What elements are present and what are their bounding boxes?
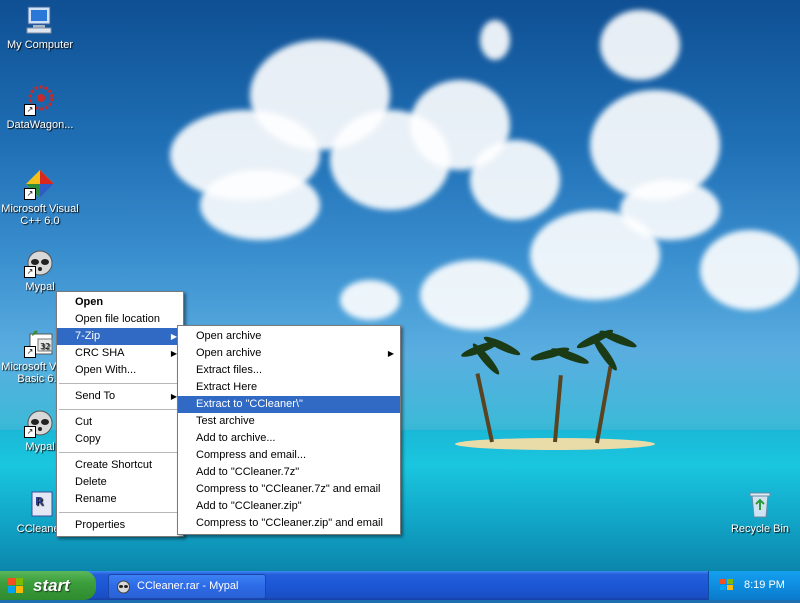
menu-item-copy[interactable]: Copy — [57, 431, 183, 448]
mypal-icon — [116, 579, 131, 594]
menu-item-test-archive[interactable]: Test archive — [178, 413, 400, 430]
windows-flag-tray-icon[interactable] — [719, 578, 735, 592]
visual-cpp-icon: ↗ — [24, 168, 56, 200]
svg-text:R: R — [35, 495, 44, 508]
cloud — [480, 20, 510, 60]
menu-item-properties[interactable]: Properties — [57, 517, 183, 534]
menu-item-cut[interactable]: Cut — [57, 414, 183, 431]
datawagon-icon: ↗ — [24, 84, 56, 116]
menu-item-create-shortcut[interactable]: Create Shortcut — [57, 457, 183, 474]
cloud — [420, 260, 530, 330]
shortcut-arrow-icon: ↗ — [24, 188, 36, 200]
menu-separator — [59, 409, 181, 410]
shortcut-arrow-icon: ↗ — [24, 266, 36, 278]
desktop-icon-datawagon[interactable]: ↗ DataWagon... — [0, 84, 80, 131]
cloud — [340, 280, 400, 320]
file-context-menu: Open Open file location 7-Zip ▶ CRC SHA … — [56, 291, 184, 537]
menu-item-send-to[interactable]: Send To ▶ — [57, 388, 183, 405]
menu-item-rename[interactable]: Rename — [57, 491, 183, 508]
cloud — [470, 140, 560, 220]
desktop-icon-label: Microsoft Visual C++ 6.0 — [1, 203, 79, 227]
desktop-icon-mypal[interactable]: ↗ Mypal — [0, 246, 80, 293]
menu-item-label: 7-Zip — [75, 330, 101, 342]
menu-item-crc-sha[interactable]: CRC SHA ▶ — [57, 345, 183, 362]
ccleaner-rar-icon: R — [24, 488, 56, 520]
recycle-bin-icon — [744, 488, 776, 520]
taskbar: start CCleaner.rar - Mypal 8:19 PM — [0, 571, 800, 600]
start-button[interactable]: start — [0, 571, 96, 600]
my-computer-icon — [24, 4, 56, 36]
menu-item-compress-and-email[interactable]: Compress and email... — [178, 447, 400, 464]
cloud — [600, 10, 680, 80]
visual-basic-icon: 32 ↗ — [24, 326, 56, 358]
menu-item-add-to-7z[interactable]: Add to "CCleaner.7z" — [178, 464, 400, 481]
cloud — [200, 170, 320, 240]
shortcut-arrow-icon: ↗ — [24, 104, 36, 116]
desktop-icon-label: DataWagon... — [6, 119, 74, 131]
menu-item-label: Send To — [75, 390, 116, 402]
menu-separator — [59, 383, 181, 384]
desktop-icon-label: Recycle Bin — [730, 523, 790, 535]
submenu-arrow-icon: ▶ — [387, 349, 394, 358]
menu-item-label: CRC SHA — [75, 347, 125, 359]
desktop-icon-visual-cpp[interactable]: ↗ Microsoft Visual C++ 6.0 — [0, 168, 80, 227]
clock[interactable]: 8:19 PM — [744, 571, 785, 600]
menu-item-compress-zip-email[interactable]: Compress to "CCleaner.zip" and email — [178, 515, 400, 532]
menu-item-open-file-location[interactable]: Open file location — [57, 311, 183, 328]
7zip-submenu: Open archive Open archive ▶ Extract file… — [177, 325, 401, 535]
mypal-icon: ↗ — [24, 406, 56, 438]
menu-item-open[interactable]: Open — [57, 294, 183, 311]
menu-item-add-to-archive[interactable]: Add to archive... — [178, 430, 400, 447]
menu-item-add-to-zip[interactable]: Add to "CCleaner.zip" — [178, 498, 400, 515]
cloud — [530, 210, 660, 300]
menu-item-extract-here[interactable]: Extract Here — [178, 379, 400, 396]
svg-text:32: 32 — [40, 342, 50, 351]
menu-item-extract-to-folder[interactable]: Extract to "CCleaner\" — [178, 396, 400, 413]
menu-item-label: Open archive — [196, 347, 262, 359]
desktop-icon-recycle-bin[interactable]: Recycle Bin — [720, 488, 800, 535]
taskbar-button-label: CCleaner.rar - Mypal — [137, 580, 239, 592]
start-label: start — [33, 576, 70, 595]
menu-separator — [59, 452, 181, 453]
desktop-icon-label: My Computer — [6, 39, 74, 51]
shortcut-arrow-icon: ↗ — [24, 346, 36, 358]
shortcut-arrow-icon: ↗ — [24, 426, 36, 438]
menu-item-delete[interactable]: Delete — [57, 474, 183, 491]
menu-item-open-archive[interactable]: Open archive — [178, 328, 400, 345]
menu-item-open-with[interactable]: Open With... — [57, 362, 183, 379]
desktop-icon-my-computer[interactable]: My Computer — [0, 4, 80, 51]
mypal-icon: ↗ — [24, 246, 56, 278]
taskbar-button-mypal[interactable]: CCleaner.rar - Mypal — [108, 574, 266, 599]
cloud — [700, 230, 800, 310]
system-tray: 8:19 PM — [708, 571, 800, 600]
menu-item-extract-files[interactable]: Extract files... — [178, 362, 400, 379]
menu-item-7zip[interactable]: 7-Zip ▶ — [57, 328, 183, 345]
windows-logo-icon — [8, 578, 24, 594]
menu-item-open-archive-submenu[interactable]: Open archive ▶ — [178, 345, 400, 362]
menu-separator — [59, 512, 181, 513]
menu-item-compress-7z-email[interactable]: Compress to "CCleaner.7z" and email — [178, 481, 400, 498]
